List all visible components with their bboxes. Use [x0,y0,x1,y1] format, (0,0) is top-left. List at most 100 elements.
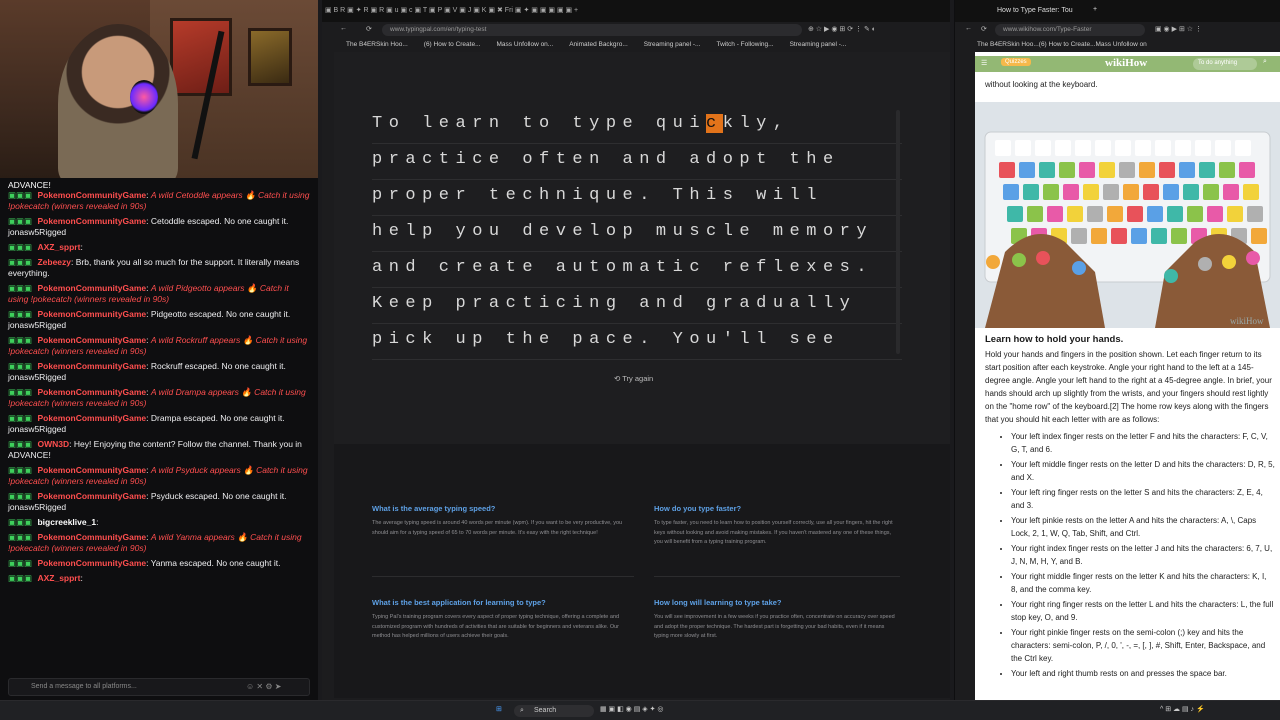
bookmark-item[interactable]: The B4ERSkin Hoo... [346,41,408,48]
finger-list-item: Your right middle finger rests on the le… [1011,570,1275,596]
bookmarks-bar[interactable]: The B4ERSkin Hoo...(6) How to Create...M… [955,38,1280,52]
url-field[interactable]: www.wikihow.com/Type-Faster [995,24,1145,36]
chat-username[interactable]: PokemonCommunityGame [37,361,146,371]
badge-icons: ▣▣▣ [8,309,35,319]
chat-username[interactable]: PokemonCommunityGame [37,335,146,345]
keyboard-key [1087,206,1103,222]
bookmark-item[interactable]: Streaming panel -... [790,41,847,48]
tab-strip[interactable]: ▣ B R ▣ ✦ R ▣ R ▣ u ▣ c ▣ T ▣ P ▣ V ▣ J … [322,0,950,22]
chat-username[interactable]: PokemonCommunityGame [37,558,146,568]
chat-username[interactable]: PokemonCommunityGame [37,465,146,475]
chat-username[interactable]: PokemonCommunityGame [37,387,146,397]
retry-icon: ⟲ [614,374,623,383]
back-icon[interactable]: ← [965,25,972,32]
system-tray-icons[interactable]: ^ ⊞ ☁ ▤ ♪ ⚡ [1160,705,1205,713]
keyboard-key [1179,162,1195,178]
chat-separator: : [96,517,99,527]
chat-username[interactable]: bigcreeklive_1 [37,517,96,527]
chat-username[interactable]: PokemonCommunityGame [37,190,146,200]
faq-question[interactable]: How do you type faster? [654,504,900,513]
webcam-poster [170,18,232,96]
step-block: Learn how to hold your hands. Hold your … [985,334,1275,682]
chat-username[interactable]: PokemonCommunityGame [37,532,146,542]
keyboard-key [1111,228,1127,244]
keyboard-key [1059,162,1075,178]
try-again-label: Try again [622,374,654,383]
chat-message: ▣▣▣ PokemonCommunityGame: A wild Rockruf… [0,333,318,359]
keyboard-hands-image: wikiHow [975,102,1280,328]
bookmark-item[interactable]: (6) How to Create... [424,41,481,48]
typing-test-area[interactable]: To learn to type quickly, practice often … [372,108,902,360]
search-icon[interactable]: ⌕ [1263,58,1267,66]
keyboard-key [1239,162,1255,178]
wiki-search-input[interactable]: To do anything [1193,58,1257,70]
bookmark-item[interactable]: (6) How to Create... [1039,41,1096,48]
faq-item: What is the average typing speed? The av… [372,504,634,538]
extension-icons[interactable]: ▣ ◉ ▶ ⊞ ☆ ⋮ [1155,25,1202,33]
browser-window-typingpal: ▣ B R ▣ ✦ R ▣ R ▣ u ▣ c ▣ T ▣ P ▣ V ▣ J … [322,0,950,700]
keyboard-key [1171,228,1187,244]
bookmark-item[interactable]: Animated Backgro... [569,41,628,48]
back-icon[interactable]: ← [340,25,347,32]
windows-taskbar: ⊞ ⌕ Search ▦ ▣ ◧ ◉ ▤ ◈ ✦ ◎ ^ ⊞ ☁ ▤ ♪ ⚡ [0,700,1280,720]
chat-username[interactable]: AXZ_spprt [37,573,80,583]
quizzes-button[interactable]: Quizzes [1001,58,1031,66]
chat-username[interactable]: OWN3D [37,439,69,449]
badge-icons: ▣▣▣ [8,573,35,583]
faq-question[interactable]: How long will learning to type take? [654,598,900,607]
try-again-button[interactable]: ⟲ Try again [614,374,653,383]
chat-username[interactable]: PokemonCommunityGame [37,491,146,501]
chat-username[interactable]: PokemonCommunityGame [37,283,146,293]
keyboard-key [1035,140,1051,156]
windows-start-icon[interactable]: ⊞ [496,705,502,713]
chat-username[interactable]: Zebeezy [37,257,71,267]
wikihow-watermark: wikiHow [1230,316,1264,326]
extension-icons[interactable]: ⊕ ☆ ▶ ◉ ⊞ ⟳ ⋮ ✎ ◐ [808,25,876,33]
bookmarks-bar[interactable]: The B4ERSkin Hoo... (6) How to Create... M… [322,38,950,52]
chat-username[interactable]: PokemonCommunityGame [37,216,146,226]
intro-line: without looking at the keyboard. [985,80,1098,89]
keyboard-key [999,162,1015,178]
tab-strip[interactable]: How to Type Faster: Tou + [955,0,1280,22]
taskbar-app-icons[interactable]: ▦ ▣ ◧ ◉ ▤ ◈ ✦ ◎ [600,705,664,713]
chat-message: ▣▣▣ AXZ_spprt: [0,240,318,255]
taskbar-search[interactable]: ⌕ Search [514,705,594,717]
chat-username[interactable]: PokemonCommunityGame [37,413,146,423]
keyboard-key [1199,162,1215,178]
keyboard-key [995,140,1011,156]
menu-icon[interactable]: ☰ [981,59,987,67]
badge-icons: ▣▣▣ [8,257,35,267]
reload-icon[interactable]: ⟳ [366,25,372,33]
chat-input-icons[interactable]: ☺ ✕ ⚙ ➤ [246,682,281,691]
bookmark-item[interactable]: The B4ERSkin Hoo... [977,41,1039,48]
reload-icon[interactable]: ⟳ [981,25,987,33]
keyboard-key [1083,184,1099,200]
chat-username[interactable]: PokemonCommunityGame [37,309,146,319]
keyboard-key [1203,184,1219,200]
chat-message: ▣▣▣ AXZ_spprt: [0,571,318,586]
badge-icons: ▣▣▣ [8,190,35,200]
wikihow-logo[interactable]: wikiHow [1105,57,1147,69]
faq-section: What is the average typing speed? The av… [334,444,950,698]
faq-question[interactable]: What is the average typing speed? [372,504,634,513]
bookmark-item[interactable]: Mass Unfollow on [1096,41,1147,48]
keyboard-key [1047,206,1063,222]
url-field[interactable]: www.typingpal.com/en/typing-test [382,24,802,36]
keyboard-key [1099,162,1115,178]
microphone-icon [130,80,158,114]
bookmark-item[interactable]: Streaming panel -... [644,41,701,48]
chat-top-text: ADVANCE! [8,180,51,190]
faq-question[interactable]: What is the best application for learnin… [372,598,634,607]
bookmark-item[interactable]: Mass Unfollow on... [497,41,554,48]
badge-icons: ▣▣▣ [8,335,35,345]
chat-message-list[interactable]: ▣▣▣ PokemonCommunityGame: A wild Cetoddl… [0,188,318,586]
chat-username[interactable]: AXZ_spprt [37,242,80,252]
new-tab-icon[interactable]: + [1093,6,1097,13]
keyboard-key [1079,162,1095,178]
typing-text: pick up the pace. You'll see [372,330,840,349]
keyboard-key [1095,140,1111,156]
bookmark-item[interactable]: Twitch - Following... [716,41,773,48]
tab-wikihow[interactable]: How to Type Faster: Tou [997,7,1073,14]
typing-scrollbar[interactable] [896,110,900,354]
keyboard-key [1071,228,1087,244]
